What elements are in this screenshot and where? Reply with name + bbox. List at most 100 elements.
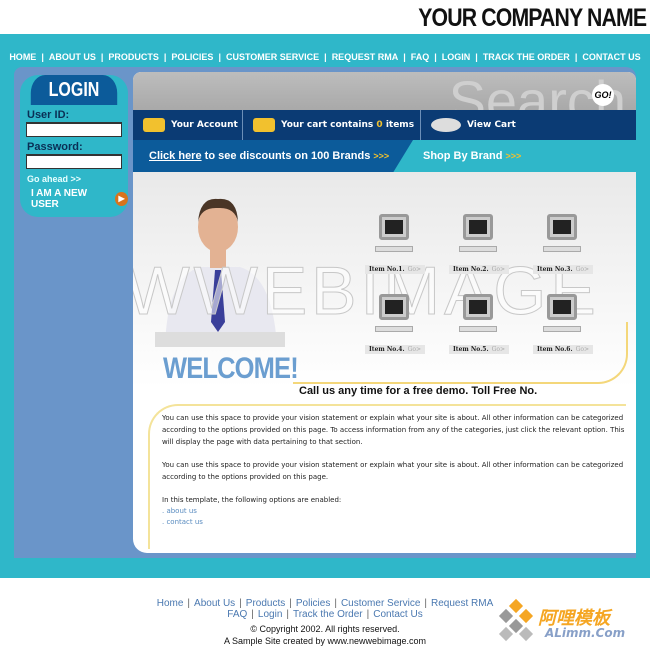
footer-separator: | bbox=[289, 598, 292, 609]
go-ahead-link[interactable]: Go ahead >> bbox=[27, 174, 128, 184]
your-account-link[interactable]: Your Account bbox=[133, 110, 243, 140]
go-link[interactable]: Go> bbox=[408, 266, 421, 273]
call-us-heading: Call us any time for a free demo. Toll F… bbox=[299, 385, 538, 397]
view-cart-link[interactable]: View Cart bbox=[421, 110, 516, 140]
go-link[interactable]: Go> bbox=[492, 346, 505, 353]
click-here-link[interactable]: Click here bbox=[149, 150, 202, 162]
contact-us-link[interactable]: . contact us bbox=[162, 517, 626, 528]
account-icon bbox=[143, 118, 165, 132]
computer-image bbox=[537, 210, 589, 258]
nav-separator: | bbox=[41, 52, 44, 62]
go-link[interactable]: Go> bbox=[576, 346, 589, 353]
nav-separator: | bbox=[403, 52, 406, 62]
company-name: YOUR COMPANY NAME bbox=[418, 4, 647, 32]
product-grid: Item No.1. Go> Item No.2. Go> Item No.3. Go> I… bbox=[353, 210, 613, 356]
user-id-input[interactable] bbox=[26, 122, 122, 137]
view-cart-label: View Cart bbox=[467, 120, 516, 130]
hero-banner: NEWWEBIMAGE Item No.1.Go>Item No.2.Go>It… bbox=[133, 172, 636, 387]
footer-link-home[interactable]: Home bbox=[157, 598, 184, 609]
account-label: Your Account bbox=[171, 120, 238, 130]
nav-separator: | bbox=[475, 52, 478, 62]
product-item[interactable]: Item No.3. Go> bbox=[521, 210, 605, 276]
cart-label: Your cart contains 0 items bbox=[281, 120, 415, 130]
paragraph-1: You can use this space to provide your v… bbox=[162, 414, 625, 446]
main-panel: Search GO! Your Account Your cart contai… bbox=[133, 72, 636, 553]
cart-link[interactable]: Your cart contains 0 items bbox=[243, 110, 421, 140]
footer-link-contact-us[interactable]: Contact Us bbox=[373, 609, 422, 620]
login-title: LOGIN bbox=[30, 75, 118, 105]
footer-link-customer-service[interactable]: Customer Service bbox=[341, 598, 420, 609]
nav-customer-service[interactable]: CUSTOMER SERVICE bbox=[226, 52, 319, 62]
footer-separator: | bbox=[424, 598, 428, 609]
product-label: Item No.3. Go> bbox=[532, 265, 593, 274]
nav-products[interactable]: PRODUCTS bbox=[108, 52, 159, 62]
footer-link-request-rma[interactable]: Request RMA bbox=[431, 598, 493, 609]
nav-about-us[interactable]: ABOUT US bbox=[49, 52, 96, 62]
footer-separator: | bbox=[239, 598, 242, 609]
footer-link-policies[interactable]: Policies bbox=[296, 598, 330, 609]
product-label: Item No.5. Go> bbox=[448, 345, 509, 354]
computer-image bbox=[369, 210, 421, 258]
logo-text-en: ALimm.Com bbox=[545, 626, 626, 640]
go-link[interactable]: Go> bbox=[576, 266, 589, 273]
nav-separator: | bbox=[434, 52, 437, 62]
footer-separator: | bbox=[286, 609, 289, 620]
product-item[interactable]: Item No.1. Go> bbox=[353, 210, 437, 276]
footer-separator: | bbox=[366, 609, 370, 620]
product-label: Item No.6. Go> bbox=[532, 345, 593, 354]
footer-link-track-the-order[interactable]: Track the Order bbox=[293, 609, 363, 620]
shop-by-brand-link[interactable]: Shop By Brand >>> bbox=[423, 150, 521, 162]
product-item[interactable]: Item No.5. Go> bbox=[437, 290, 521, 356]
search-bar: Search GO! bbox=[133, 72, 636, 110]
go-link[interactable]: Go> bbox=[492, 266, 505, 273]
product-label: Item No.2. Go> bbox=[448, 265, 509, 274]
discount-promo: Click here to see discounts on 100 Brand… bbox=[133, 140, 413, 172]
play-icon: ▶ bbox=[115, 192, 128, 206]
welcome-heading: WELCOME! bbox=[163, 352, 299, 385]
computer-image bbox=[537, 290, 589, 338]
footer-link-login[interactable]: Login bbox=[258, 609, 282, 620]
password-label: Password: bbox=[27, 141, 83, 153]
product-label: Item No.1. Go> bbox=[364, 265, 425, 274]
paragraph-3: In this template, the following options … bbox=[162, 496, 342, 504]
footer-separator: | bbox=[334, 598, 337, 609]
cart-icon bbox=[253, 118, 275, 132]
nav-separator: | bbox=[218, 52, 221, 62]
user-id-label: User ID: bbox=[27, 109, 70, 121]
nav-separator: | bbox=[100, 52, 104, 62]
nav-contact-us[interactable]: CONTACT US bbox=[582, 52, 640, 62]
top-nav: HOME | ABOUT US | PRODUCTS | POLICIES | CUSTOMER… bbox=[0, 52, 650, 62]
nav-separator: | bbox=[163, 52, 167, 62]
new-user-button[interactable]: I AM A NEW USER ▶ bbox=[31, 188, 128, 210]
go-button[interactable]: GO! bbox=[592, 84, 614, 106]
nav-policies[interactable]: POLICIES bbox=[171, 52, 213, 62]
password-input[interactable] bbox=[26, 154, 122, 169]
footer-link-products[interactable]: Products bbox=[246, 598, 285, 609]
go-link[interactable]: Go> bbox=[408, 346, 421, 353]
product-item[interactable]: Item No.4. Go> bbox=[353, 290, 437, 356]
footer-separator: | bbox=[187, 598, 191, 609]
nav-login[interactable]: LOGIN bbox=[442, 52, 471, 62]
body-text: You can use this space to provide your v… bbox=[148, 404, 626, 549]
nav-faq[interactable]: FAQ bbox=[411, 52, 430, 62]
product-label: Item No.4. Go> bbox=[364, 345, 425, 354]
login-panel: LOGIN User ID: Password: Go ahead >> I A… bbox=[20, 75, 128, 217]
footer-separator: | bbox=[251, 609, 254, 620]
promo-bar: Click here to see discounts on 100 Brand… bbox=[133, 140, 636, 172]
footer-link-about-us[interactable]: About Us bbox=[194, 598, 235, 609]
nav-home[interactable]: HOME bbox=[9, 52, 36, 62]
account-bar: Your Account Your cart contains 0 items … bbox=[133, 110, 636, 140]
eye-icon bbox=[431, 118, 461, 132]
paragraph-2: You can use this space to provide your v… bbox=[162, 461, 624, 481]
computer-image bbox=[369, 290, 421, 338]
new-user-label: I AM A NEW USER bbox=[31, 188, 88, 210]
footer-link-faq[interactable]: FAQ bbox=[227, 609, 247, 620]
computer-image bbox=[453, 290, 505, 338]
product-item[interactable]: Item No.2. Go> bbox=[437, 210, 521, 276]
nav-track-the-order[interactable]: TRACK THE ORDER bbox=[483, 52, 570, 62]
nav-separator: | bbox=[324, 52, 327, 62]
about-us-link[interactable]: . about us bbox=[162, 506, 626, 517]
nav-request-rma[interactable]: REQUEST RMA bbox=[332, 52, 399, 62]
nav-separator: | bbox=[574, 52, 578, 62]
product-item[interactable]: Item No.6. Go> bbox=[521, 290, 605, 356]
